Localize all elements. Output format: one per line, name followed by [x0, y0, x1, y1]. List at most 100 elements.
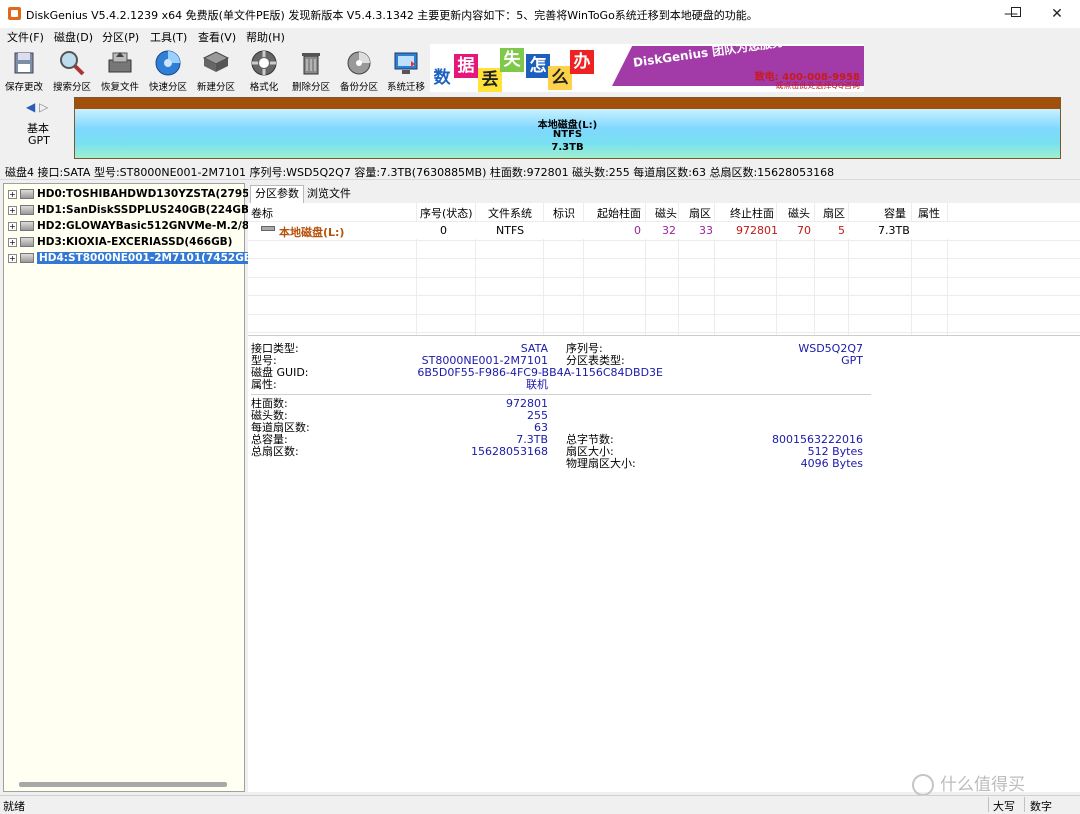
partition-block-fs: NTFS [552, 129, 583, 140]
maximize-button[interactable] [993, 0, 1039, 28]
right-pane: 分区参数 浏览文件 卷标 序号(状态) 文件系统 标识 起始柱面 磁头 扇区 终 [248, 183, 1080, 792]
banner-char: 失 [500, 48, 524, 72]
menu-file[interactable]: 文件(F) [7, 29, 44, 45]
watermark: 什么值得买 [912, 770, 1025, 796]
partition-block[interactable]: 本地磁盘(L:) NTFS 7.3TB [74, 97, 1061, 159]
status-divider [1024, 797, 1025, 812]
expand-icon[interactable]: + [8, 237, 17, 247]
tree-item-hd4[interactable]: + HD4:ST8000NE001-2M7101(7452GB) [8, 252, 259, 268]
tree-horizontal-scrollbar[interactable] [19, 782, 227, 787]
tree-item-label: HD3:KIOXIA-EXCERIASSD(466GB) [37, 236, 233, 248]
format-icon [249, 48, 279, 78]
cell-index: 0 [440, 224, 447, 237]
menu-help[interactable]: 帮助(H) [246, 29, 285, 45]
cell-end-cyl: 972801 [736, 224, 778, 237]
new-partition-icon [201, 48, 231, 78]
search-partition-label: 搜索分区 [52, 82, 91, 93]
cell-label: 本地磁盘(L:) [279, 226, 345, 239]
format-label: 格式化 [249, 82, 279, 93]
magnifier-icon [57, 48, 87, 78]
backup-icon [344, 48, 374, 78]
new-partition-button[interactable]: 新建分区 [193, 46, 239, 93]
watermark-text: 什么值得买 [940, 775, 1025, 795]
col-header-start-cyl[interactable]: 起始柱面 [597, 205, 641, 221]
expand-icon[interactable]: + [8, 189, 17, 199]
status-divider [988, 797, 989, 812]
tree-item-hd0[interactable]: + HD0:TOSHIBAHDWD130YZSTA(2795G [8, 188, 258, 204]
col-header-end-head[interactable]: 磁头 [788, 205, 810, 221]
banner-char: 办 [570, 50, 594, 74]
menu-tools[interactable]: 工具(T) [150, 29, 187, 45]
detail-value: 6B5D0F55-F986-4FC9-BB4A-1156C84DBD3E [417, 366, 663, 379]
cell-start-head: 32 [662, 224, 676, 237]
details-divider [251, 394, 871, 395]
banner-char: 数 [430, 66, 454, 90]
watermark-logo-icon [912, 774, 934, 796]
recover-files-button[interactable]: 恢复文件 [97, 46, 143, 93]
cell-start-sector: 33 [699, 224, 713, 237]
cell-fs: NTFS [496, 224, 525, 237]
system-migrate-label: 系统迁移 [386, 82, 425, 93]
backup-partition-label: 备份分区 [339, 82, 378, 93]
nav-next-icon[interactable]: ▷ [39, 100, 48, 114]
tree-item-hd3[interactable]: + HD3:KIOXIA-EXCERIASSD(466GB) [8, 236, 233, 252]
banner-qq-link[interactable]: 或点击此处选择QQ咨询 [775, 80, 860, 91]
title-bar: DiskGenius V5.4.2.1239 x64 免费版(单文件PE版) 发… [0, 0, 1080, 28]
col-header-index[interactable]: 序号(状态) [420, 205, 473, 221]
tree-item-hd1[interactable]: + HD1:SanDiskSSDPLUS240GB(224GB) [8, 204, 254, 220]
banner-char: 么 [548, 66, 572, 90]
partition-block-size: 7.3TB [551, 142, 584, 153]
detail-label: 属性: [251, 378, 277, 391]
disk-details-panel: 接口类型: SATA 序列号: WSD5Q2Q7 型号: ST8000NE001… [248, 335, 1080, 792]
banner-char: 据 [454, 54, 478, 78]
backup-partition-button[interactable]: 备份分区 [336, 46, 382, 93]
col-header-fs[interactable]: 文件系统 [488, 205, 532, 221]
col-header-id[interactable]: 标识 [553, 205, 575, 221]
recover-files-label: 恢复文件 [100, 82, 139, 93]
nav-prev-icon[interactable]: ◀ [26, 100, 35, 114]
disk-map: ◀ ▷ 基本 GPT 本地磁盘(L:) NTFS 7.3TB [0, 96, 1080, 160]
tab-browse-files[interactable]: 浏览文件 [302, 185, 356, 203]
detail-value: 15628053168 [471, 445, 548, 458]
quick-partition-button[interactable]: 快速分区 [145, 46, 191, 93]
format-button[interactable]: 格式化 [241, 46, 287, 93]
col-header-end-sector[interactable]: 扇区 [823, 205, 845, 221]
tab-strip: 分区参数 浏览文件 [248, 183, 1080, 203]
menu-partition[interactable]: 分区(P) [102, 29, 139, 45]
hard-disk-icon [20, 221, 34, 231]
detail-label: 总扇区数: [251, 445, 299, 458]
save-changes-button[interactable]: 保存更改 [1, 46, 47, 93]
close-button[interactable]: ✕ [1034, 0, 1080, 28]
trash-icon [296, 48, 326, 78]
window-title: DiskGenius V5.4.2.1239 x64 免费版(单文件PE版) 发… [26, 9, 758, 22]
tree-item-hd2[interactable]: + HD2:GLOWAYBasic512GNVMe-M.2/80 [8, 220, 256, 236]
expand-icon[interactable]: + [8, 205, 17, 215]
tab-partition-params[interactable]: 分区参数 [250, 185, 304, 203]
partition-block-header [75, 98, 1060, 109]
expand-icon[interactable]: + [8, 221, 17, 231]
col-header-label[interactable]: 卷标 [251, 205, 273, 221]
partition-table: 卷标 序号(状态) 文件系统 标识 起始柱面 磁头 扇区 终止柱面 磁头 扇区 … [248, 203, 1080, 335]
col-header-capacity[interactable]: 容量 [884, 205, 906, 221]
save-changes-label: 保存更改 [4, 82, 43, 93]
ad-banner[interactable]: 数 据 丢 失 怎 么 办 DiskGenius 团队为您服务 致电: 400-… [430, 44, 864, 92]
col-header-start-sector[interactable]: 扇区 [689, 205, 711, 221]
expand-icon[interactable]: + [8, 253, 17, 263]
detail-value: 联机 [526, 378, 548, 391]
table-row[interactable]: 本地磁盘(L:) 0 NTFS 0 32 33 972801 70 5 7.3T… [248, 222, 1080, 239]
disk-info-text: 磁盘4 接口:SATA 型号:ST8000NE001-2M7101 序列号:WS… [5, 166, 835, 179]
system-migrate-button[interactable]: 系统迁移 [383, 46, 429, 93]
menu-view[interactable]: 查看(V) [198, 29, 236, 45]
search-partition-button[interactable]: 搜索分区 [49, 46, 95, 93]
quick-partition-label: 快速分区 [148, 82, 187, 93]
delete-partition-button[interactable]: 删除分区 [288, 46, 334, 93]
hard-disk-icon [20, 205, 34, 215]
partition-table-type: GPT [28, 134, 50, 147]
menu-disk[interactable]: 磁盘(D) [54, 29, 93, 45]
col-header-attr[interactable]: 属性 [918, 205, 940, 221]
banner-char: 丢 [478, 68, 502, 92]
col-header-start-head[interactable]: 磁头 [655, 205, 677, 221]
cell-end-sector: 5 [838, 224, 845, 237]
col-header-end-cyl[interactable]: 终止柱面 [730, 205, 774, 221]
hard-disk-icon [20, 189, 34, 199]
